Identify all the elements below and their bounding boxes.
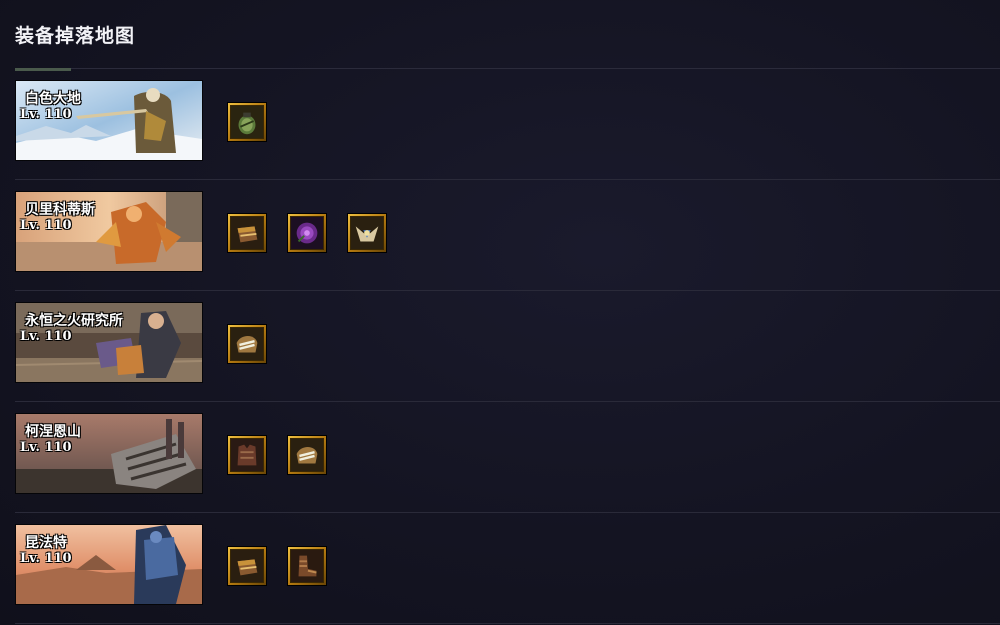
map-card-vericotis[interactable]: 贝里科蒂斯 Lv. 110: [15, 191, 203, 272]
map-row: 贝里科蒂斯 Lv. 110: [15, 180, 1000, 291]
drop-item[interactable]: [227, 213, 267, 253]
drop-item[interactable]: [287, 435, 327, 475]
map-row: 柯涅恩山 Lv. 110: [15, 402, 1000, 513]
drop-item[interactable]: [227, 546, 267, 586]
fist-wrap-icon: [291, 439, 323, 471]
page-title: 装备掉落地图: [15, 25, 136, 47]
drop-item[interactable]: [227, 102, 267, 142]
map-level: Lv. 110: [20, 107, 72, 122]
fist-wrap-icon: [231, 328, 263, 360]
map-row: 白色大地 Lv. 110: [15, 69, 1000, 180]
map-name: 永恒之火研究所: [25, 313, 123, 329]
gauntlet-icon: [231, 550, 263, 582]
gauntlet-icon: [231, 217, 263, 249]
drop-item[interactable]: [227, 324, 267, 364]
map-name: 白色大地: [25, 91, 81, 107]
map-row: 永恒之火研究所 Lv. 110: [15, 291, 1000, 402]
map-name: 贝里科蒂斯: [25, 202, 95, 218]
drop-item[interactable]: [287, 546, 327, 586]
map-card-mount-koneen[interactable]: 柯涅恩山 Lv. 110: [15, 413, 203, 494]
map-row: 昆法特 Lv. 110: [15, 513, 1000, 624]
drop-item[interactable]: [227, 435, 267, 475]
map-level: Lv. 110: [20, 329, 72, 344]
leather-boots-icon: [291, 550, 323, 582]
map-level: Lv. 110: [20, 551, 72, 566]
drop-map-panel: 装备掉落地图 白色大地 Lv. 110 贝里科蒂斯 Lv. 110 永恒之火研究…: [15, 0, 1000, 625]
herb-pouch-icon: [231, 106, 263, 138]
purple-rose-icon: [291, 217, 323, 249]
map-name: 柯涅恩山: [25, 424, 81, 440]
map-level: Lv. 110: [20, 440, 72, 455]
map-card-kunfat[interactable]: 昆法特 Lv. 110: [15, 524, 203, 605]
map-name: 昆法特: [25, 535, 67, 551]
panel-header: 装备掉落地图: [15, 0, 1000, 71]
map-card-eternal-fire-lab[interactable]: 永恒之火研究所 Lv. 110: [15, 302, 203, 383]
drop-item[interactable]: [347, 213, 387, 253]
drop-item[interactable]: [287, 213, 327, 253]
map-level: Lv. 110: [20, 218, 72, 233]
leather-armor-icon: [231, 439, 263, 471]
winged-crest-icon: [351, 217, 383, 249]
map-card-white-land[interactable]: 白色大地 Lv. 110: [15, 80, 203, 161]
